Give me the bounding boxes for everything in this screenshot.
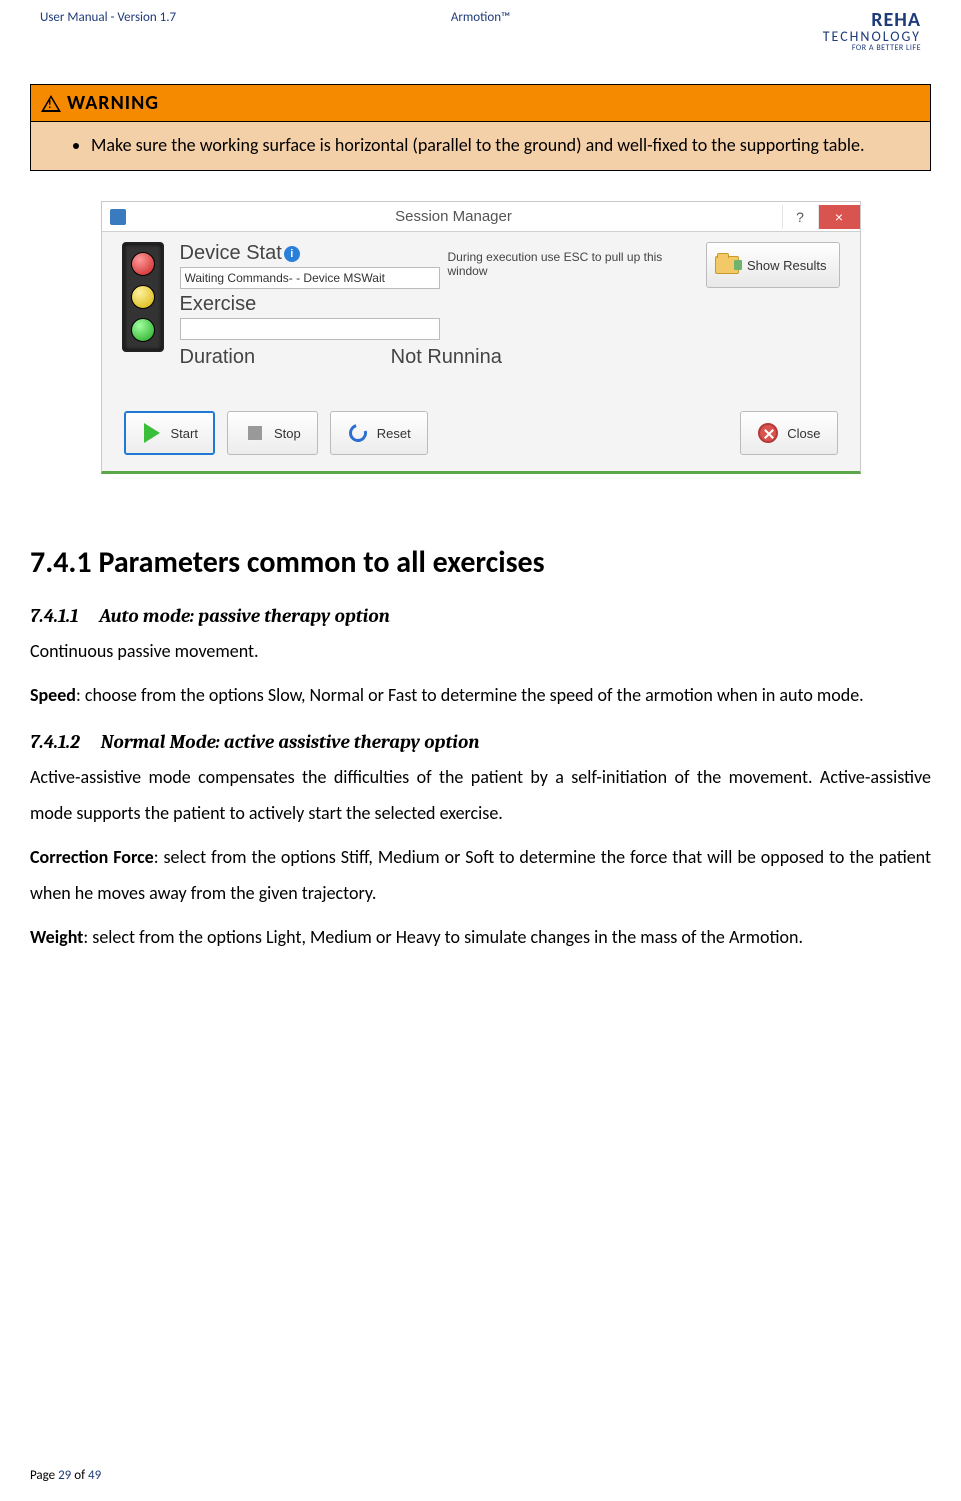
- reset-icon: [347, 422, 369, 444]
- warning-box: ! WARNING Make sure the working surface …: [30, 84, 931, 171]
- close-label: Close: [787, 426, 820, 441]
- app-icon: [110, 209, 126, 225]
- logo-line1: REHA: [823, 10, 921, 30]
- section-7-4-1-1-heading: 7.4.1.1 Auto mode: passive therapy optio…: [30, 605, 931, 627]
- show-results-label: Show Results: [747, 258, 826, 273]
- exercise-label: Exercise: [180, 293, 840, 316]
- logo-line2: TECHNOLOGY: [823, 30, 921, 44]
- warning-bullet: Make sure the working surface is horizon…: [91, 134, 910, 156]
- exercise-field[interactable]: [180, 318, 440, 340]
- reset-label: Reset: [377, 426, 411, 441]
- running-status: Not Runnina: [391, 346, 502, 368]
- s2-paragraph-1: Active-assistive mode compensates the di…: [30, 759, 931, 831]
- header-right-logo: REHA TECHNOLOGY FOR A BETTER LIFE: [627, 10, 921, 54]
- info-icon[interactable]: i: [284, 246, 300, 262]
- s2-paragraph-3: Weight: select from the options Light, M…: [30, 919, 931, 955]
- device-status-field[interactable]: [180, 267, 440, 289]
- esc-hint: During execution use ESC to pull up this…: [448, 250, 692, 278]
- s2-paragraph-2: Correction Force: select from the option…: [30, 839, 931, 911]
- play-icon: [141, 422, 163, 444]
- warning-triangle-icon: !: [41, 95, 61, 112]
- section-7-4-1-2-heading: 7.4.1.2 Normal Mode: active assistive th…: [30, 731, 931, 753]
- stop-icon: [244, 422, 266, 444]
- header-left: User Manual - Version 1.7: [40, 10, 334, 25]
- warning-body: Make sure the working surface is horizon…: [31, 122, 930, 170]
- red-light-icon: [131, 252, 155, 276]
- warning-label: WARNING: [67, 91, 159, 115]
- stop-label: Stop: [274, 426, 301, 441]
- start-button[interactable]: Start: [124, 411, 215, 455]
- duration-label: Duration: [180, 346, 256, 368]
- page-header: User Manual - Version 1.7 Armotion™ REHA…: [30, 10, 931, 54]
- session-manager-window: Session Manager ? × Device Stat i: [101, 201, 861, 474]
- window-close-button[interactable]: ×: [818, 205, 860, 229]
- close-button[interactable]: Close: [740, 411, 837, 455]
- green-light-icon: [131, 318, 155, 342]
- s1-paragraph-2: Speed: choose from the options Slow, Nor…: [30, 677, 931, 713]
- stop-button[interactable]: Stop: [227, 411, 318, 455]
- traffic-light-icon: [122, 242, 164, 352]
- window-title: Session Manager: [126, 208, 782, 225]
- show-results-button[interactable]: Show Results: [706, 242, 840, 288]
- header-center: Armotion™: [334, 10, 628, 25]
- device-status-label: Device Stat i: [180, 242, 440, 265]
- reset-button[interactable]: Reset: [330, 411, 428, 455]
- logo-line3: FOR A BETTER LIFE: [823, 44, 921, 52]
- yellow-light-icon: [131, 285, 155, 309]
- close-icon: [757, 422, 779, 444]
- folder-icon: [715, 256, 739, 274]
- warning-header: ! WARNING: [31, 85, 930, 122]
- titlebar: Session Manager ? ×: [102, 202, 860, 232]
- s1-paragraph-1: Continuous passive movement.: [30, 633, 931, 669]
- duration-row: Duration Not Runnina: [180, 346, 840, 369]
- section-7-4-1-heading: 7.4.1 Parameters common to all exercises: [30, 544, 931, 581]
- page-footer: Page 29 of 49: [30, 1468, 101, 1483]
- start-label: Start: [171, 426, 198, 441]
- help-button[interactable]: ?: [782, 205, 818, 229]
